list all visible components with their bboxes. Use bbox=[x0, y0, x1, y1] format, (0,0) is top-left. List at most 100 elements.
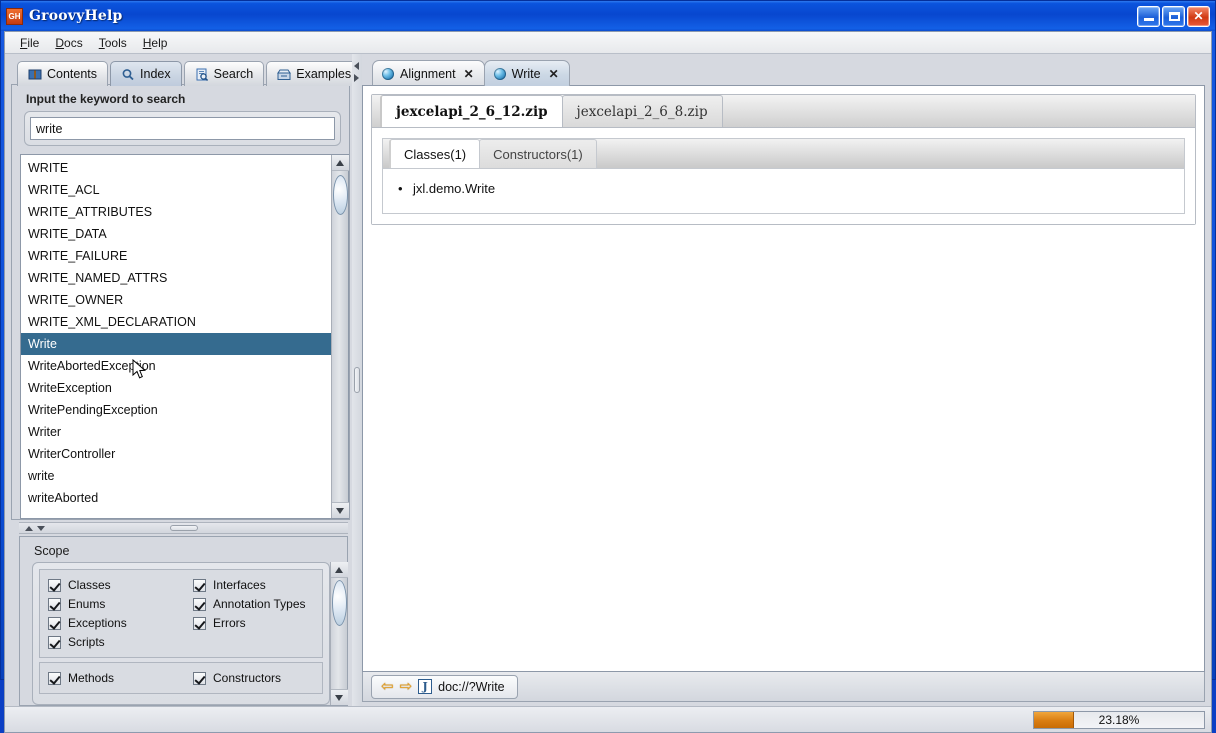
minimize-button[interactable] bbox=[1137, 6, 1160, 27]
checkbox-label: Enums bbox=[68, 597, 105, 611]
splitter-grip[interactable] bbox=[170, 525, 198, 531]
index-results-list[interactable]: WRITEWRITE_ACLWRITE_ATTRIBUTESWRITE_DATA… bbox=[21, 155, 331, 518]
scope-scroll-track[interactable] bbox=[331, 578, 348, 689]
splitter-collapse-up-icon[interactable] bbox=[25, 526, 33, 531]
checkbox-interfaces[interactable]: Interfaces bbox=[193, 576, 314, 594]
checkbox-exceptions[interactable]: Exceptions bbox=[48, 614, 193, 632]
list-item[interactable]: WRITE_OWNER bbox=[21, 289, 331, 311]
menu-tools[interactable]: Tools bbox=[92, 34, 134, 52]
tab-alignment-label: Alignment bbox=[400, 67, 456, 81]
scope-group-types: ClassesInterfaces Enums Annotation Types Ex… bbox=[39, 569, 323, 658]
chevron-left-icon[interactable] bbox=[354, 62, 359, 70]
scroll-down-button[interactable] bbox=[332, 502, 349, 518]
list-item[interactable]: WRITE_XML_DECLARATION bbox=[21, 311, 331, 333]
list-item[interactable]: Write bbox=[21, 333, 331, 355]
close-button[interactable]: ✕ bbox=[1187, 6, 1210, 27]
magnifier-icon bbox=[121, 68, 135, 81]
left-panel: Contents Index Search bbox=[5, 54, 352, 706]
globe-icon bbox=[494, 68, 506, 80]
list-item[interactable]: WRITE_ACL bbox=[21, 179, 331, 201]
scope-scrollbar[interactable] bbox=[330, 562, 347, 705]
list-item[interactable]: jxl.demo.Write bbox=[383, 179, 1184, 199]
tab-index-label: Index bbox=[140, 67, 171, 81]
forward-arrow-icon[interactable]: ⇨ bbox=[400, 679, 413, 694]
archive-tab-panel: jexcelapi_2_6_12.zip jexcelapi_2_6_8.zip… bbox=[371, 94, 1196, 225]
keyword-input[interactable] bbox=[30, 117, 335, 140]
member-tab-constructors[interactable]: Constructors(1) bbox=[479, 139, 597, 168]
book-icon bbox=[28, 68, 42, 81]
list-item[interactable]: WRITE_NAMED_ATTRS bbox=[21, 267, 331, 289]
window-controls: ✕ bbox=[1137, 6, 1212, 27]
list-item[interactable]: WRITE_ATTRIBUTES bbox=[21, 201, 331, 223]
scroll-track[interactable] bbox=[332, 171, 349, 502]
checkbox-label: Annotation Types bbox=[213, 597, 306, 611]
member-list: jxl.demo.Write bbox=[383, 169, 1184, 213]
menu-help[interactable]: Help bbox=[136, 34, 175, 52]
scope-scroll-down-button[interactable] bbox=[331, 689, 348, 705]
tab-write-close-icon[interactable]: ✕ bbox=[547, 67, 559, 81]
checkbox-constructors[interactable]: Constructors bbox=[193, 669, 314, 687]
splitter-collapse-down-icon[interactable] bbox=[37, 526, 45, 531]
member-tab-panel: Classes(1) Constructors(1) jxl.demo.Writ… bbox=[382, 138, 1185, 214]
list-item[interactable]: writeAborted bbox=[21, 487, 331, 509]
tab-alignment-close-icon[interactable]: ✕ bbox=[462, 67, 474, 81]
checkmark-icon bbox=[48, 598, 61, 611]
chevron-down-icon bbox=[336, 508, 344, 514]
index-results-list-wrap: WRITEWRITE_ACLWRITE_ATTRIBUTESWRITE_DATA… bbox=[20, 154, 349, 519]
list-item[interactable]: Writer bbox=[21, 421, 331, 443]
tab-index[interactable]: Index bbox=[110, 61, 182, 86]
tab-examples[interactable]: Examples bbox=[266, 61, 362, 86]
menu-docs-rest: ocs bbox=[64, 36, 83, 50]
archive-tab-jexcelapi-2-6-8[interactable]: jexcelapi_2_6_8.zip bbox=[562, 95, 723, 127]
list-item[interactable]: WriteAbortedException bbox=[21, 355, 331, 377]
list-item[interactable]: WriterController bbox=[21, 443, 331, 465]
member-tab-strip: Classes(1) Constructors(1) bbox=[383, 139, 1184, 169]
left-tab-strip: Contents Index Search bbox=[11, 58, 350, 85]
list-item[interactable]: WRITE_DATA bbox=[21, 223, 331, 245]
member-tab-classes[interactable]: Classes(1) bbox=[389, 139, 480, 168]
scroll-up-button[interactable] bbox=[332, 155, 349, 171]
checkbox-classes[interactable]: Classes bbox=[48, 576, 193, 594]
checkbox-scripts[interactable]: Scripts bbox=[48, 633, 193, 651]
vsplitter-arrows[interactable] bbox=[354, 62, 359, 82]
list-item[interactable]: write bbox=[21, 465, 331, 487]
chevron-right-icon[interactable] bbox=[354, 74, 359, 82]
menu-file[interactable]: File bbox=[13, 34, 46, 52]
menu-docs[interactable]: Docs bbox=[48, 34, 89, 52]
maximize-button[interactable] bbox=[1162, 6, 1185, 27]
tab-write[interactable]: Write ✕ bbox=[484, 60, 570, 86]
title-bar: GH GroovyHelp ✕ bbox=[1, 1, 1215, 31]
address-pill[interactable]: ⇦ ⇨ J doc://?Write bbox=[371, 675, 518, 699]
checkmark-icon bbox=[193, 579, 206, 592]
tab-search[interactable]: Search bbox=[184, 61, 265, 86]
index-section: Contents Index Search bbox=[11, 58, 350, 520]
scope-scroll-up-button[interactable] bbox=[331, 562, 348, 578]
vsplitter-grip[interactable] bbox=[354, 367, 360, 393]
java-doc-icon: J bbox=[418, 679, 432, 694]
back-arrow-icon[interactable]: ⇦ bbox=[381, 679, 394, 694]
vertical-splitter[interactable] bbox=[352, 54, 362, 706]
checkbox-enums[interactable]: Enums bbox=[48, 595, 193, 613]
main-split: Contents Index Search bbox=[5, 54, 1211, 706]
checkbox-label: Exceptions bbox=[68, 616, 127, 630]
list-item[interactable]: WritePendingException bbox=[21, 399, 331, 421]
list-item[interactable]: WRITE bbox=[21, 157, 331, 179]
scope-checkbox-grid: ClassesInterfaces Enums Annotation Types Ex… bbox=[48, 576, 314, 651]
scroll-thumb[interactable] bbox=[333, 175, 348, 215]
checkmark-icon bbox=[48, 617, 61, 630]
list-item[interactable]: WRITE_FAILURE bbox=[21, 245, 331, 267]
scope-panel: Scope ClassesInterfacesEnumsAnnotation T… bbox=[19, 536, 348, 706]
checkbox-methods[interactable]: Methods bbox=[48, 669, 193, 687]
archive-tab-jexcelapi-2-6-12[interactable]: jexcelapi_2_6_12.zip bbox=[380, 95, 563, 127]
document-navbar: ⇦ ⇨ J doc://?Write bbox=[362, 672, 1205, 702]
tab-contents[interactable]: Contents bbox=[17, 61, 108, 86]
checkbox-errors[interactable]: Errors bbox=[193, 614, 314, 632]
list-item[interactable]: WriteException bbox=[21, 377, 331, 399]
tab-alignment[interactable]: Alignment ✕ bbox=[372, 60, 485, 86]
checkbox-annotation-types[interactable]: Annotation Types bbox=[193, 595, 314, 613]
tab-examples-label: Examples bbox=[296, 67, 351, 81]
tab-search-label: Search bbox=[214, 67, 254, 81]
scope-scroll-thumb[interactable] bbox=[332, 580, 347, 626]
horizontal-splitter[interactable] bbox=[19, 522, 348, 534]
results-scrollbar[interactable] bbox=[331, 155, 348, 518]
